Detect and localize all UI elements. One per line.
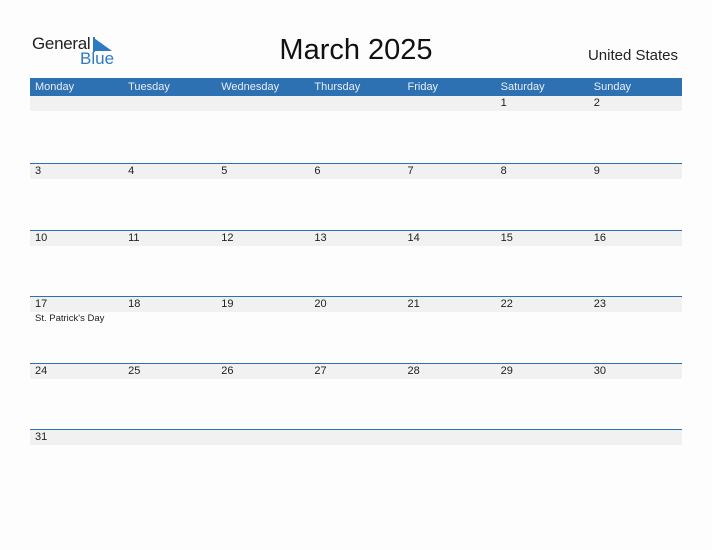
day-number xyxy=(496,430,589,445)
day-number: 13 xyxy=(314,231,327,244)
day-number: 11 xyxy=(128,231,140,244)
holiday-label xyxy=(309,312,402,326)
day-number: 16 xyxy=(593,231,606,244)
day-number: 18 xyxy=(128,298,141,310)
day-number: 22 xyxy=(500,298,513,310)
weekday-tuesday: Tuesday xyxy=(128,81,170,93)
day-number: 26 xyxy=(221,364,234,377)
day-number: 19 xyxy=(221,298,234,310)
weekday-thursday: Thursday xyxy=(314,81,361,93)
day-number: 20 xyxy=(314,298,327,310)
holiday-label xyxy=(589,312,682,326)
day-number: 24 xyxy=(35,364,48,377)
day-number: 25 xyxy=(128,364,141,377)
day-number: 12 xyxy=(221,231,234,244)
day-number: 27 xyxy=(314,364,327,377)
day-number xyxy=(403,96,496,111)
day-number xyxy=(309,430,402,445)
day-number-band: 12 xyxy=(30,96,682,111)
weekday-wednesday: Wednesday xyxy=(221,81,280,93)
week-row: 3 4 5 6 7 8 9 xyxy=(30,163,682,230)
day-number: 3 xyxy=(35,165,42,177)
day-number-band: 3 4 5 6 7 8 9 xyxy=(30,164,682,179)
weekday-sunday: Sunday xyxy=(593,81,632,93)
day-number-band: 10 11 12 13 14 15 16 xyxy=(30,230,682,246)
day-number: 30 xyxy=(593,364,606,377)
week-row: 31 xyxy=(30,429,682,496)
day-number: 2 xyxy=(593,97,600,109)
holiday-label xyxy=(496,312,589,326)
day-number: 1 xyxy=(500,97,507,109)
holiday-label xyxy=(123,312,216,326)
day-number: 7 xyxy=(407,165,414,177)
country-label: United States xyxy=(587,47,678,64)
week-row: 24 25 26 27 28 29 30 xyxy=(30,362,682,430)
day-number xyxy=(216,430,309,445)
day-number: 8 xyxy=(500,165,507,177)
day-number xyxy=(216,96,309,111)
day-number-band: 31 xyxy=(30,430,682,445)
week-row: 17 18 19 20 21 22 23 St. Patrick's Day xyxy=(30,296,682,363)
day-number: 23 xyxy=(593,298,606,310)
holiday-label: St. Patrick's Day xyxy=(35,313,105,324)
events-row: St. Patrick's Day xyxy=(30,312,682,326)
day-number: 15 xyxy=(500,231,513,244)
holiday-label xyxy=(403,312,496,326)
day-number xyxy=(309,96,402,111)
day-number: 5 xyxy=(221,165,228,177)
day-number: 31 xyxy=(35,431,48,443)
day-number: 9 xyxy=(593,165,600,177)
weekday-header: Monday Tuesday Wednesday Thursday Friday… xyxy=(30,78,682,96)
weekday-friday: Friday xyxy=(407,81,439,93)
day-number xyxy=(123,430,216,445)
day-number xyxy=(30,96,123,111)
day-number: 14 xyxy=(407,231,420,244)
day-number: 6 xyxy=(314,165,321,177)
day-number: 10 xyxy=(35,231,48,244)
day-number xyxy=(589,430,682,445)
day-number: 4 xyxy=(128,165,135,177)
day-number: 28 xyxy=(407,364,420,377)
day-number: 17 xyxy=(35,298,48,310)
day-number-band: 17 18 19 20 21 22 23 xyxy=(30,297,682,312)
day-number-band: 24 25 26 27 28 29 30 xyxy=(30,363,682,379)
day-number xyxy=(403,430,496,445)
weekday-monday: Monday xyxy=(35,81,75,93)
calendar-grid: Monday Tuesday Wednesday Thursday Friday… xyxy=(30,78,682,496)
holiday-label xyxy=(216,312,309,326)
weekday-saturday: Saturday xyxy=(500,81,545,93)
day-number: 21 xyxy=(407,298,420,310)
week-row: 10 11 12 13 14 15 16 xyxy=(30,229,682,297)
week-row: 12 xyxy=(30,96,682,163)
day-number xyxy=(123,96,216,111)
day-number: 29 xyxy=(500,364,513,377)
